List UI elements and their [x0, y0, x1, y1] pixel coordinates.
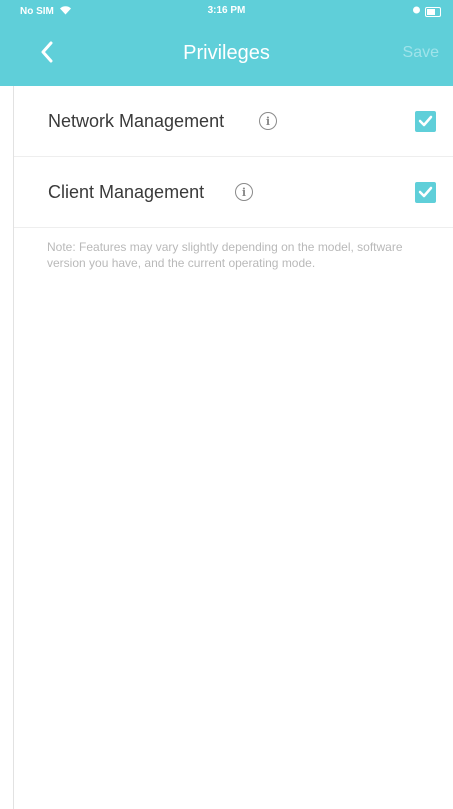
info-icon[interactable]: i [259, 112, 277, 130]
client-management-checkbox[interactable] [415, 181, 436, 203]
page-title: Privileges [183, 42, 270, 64]
check-icon [418, 115, 433, 127]
status-bar: No SIM 3:16 PM [0, 0, 453, 22]
status-right [413, 5, 441, 18]
navigation-bar: Privileges Save [0, 22, 453, 86]
privilege-label: Client Management [48, 181, 205, 202]
network-management-checkbox[interactable] [415, 110, 436, 132]
status-time: 3:16 PM [207, 5, 246, 16]
features-note: Note: Features may vary slightly dependi… [47, 240, 403, 270]
check-icon [418, 186, 433, 198]
info-icon[interactable]: i [235, 183, 253, 201]
privilege-row-network-management[interactable]: Network Management i [14, 86, 453, 157]
privilege-label: Network Management [48, 110, 225, 131]
privileges-screen: No SIM 3:16 PM Privileges Save Network M… [0, 0, 453, 809]
charging-icon [413, 5, 420, 18]
privilege-row-client-management[interactable]: Client Management i [14, 157, 453, 228]
save-button[interactable]: Save [403, 44, 439, 62]
battery-icon [425, 6, 441, 17]
